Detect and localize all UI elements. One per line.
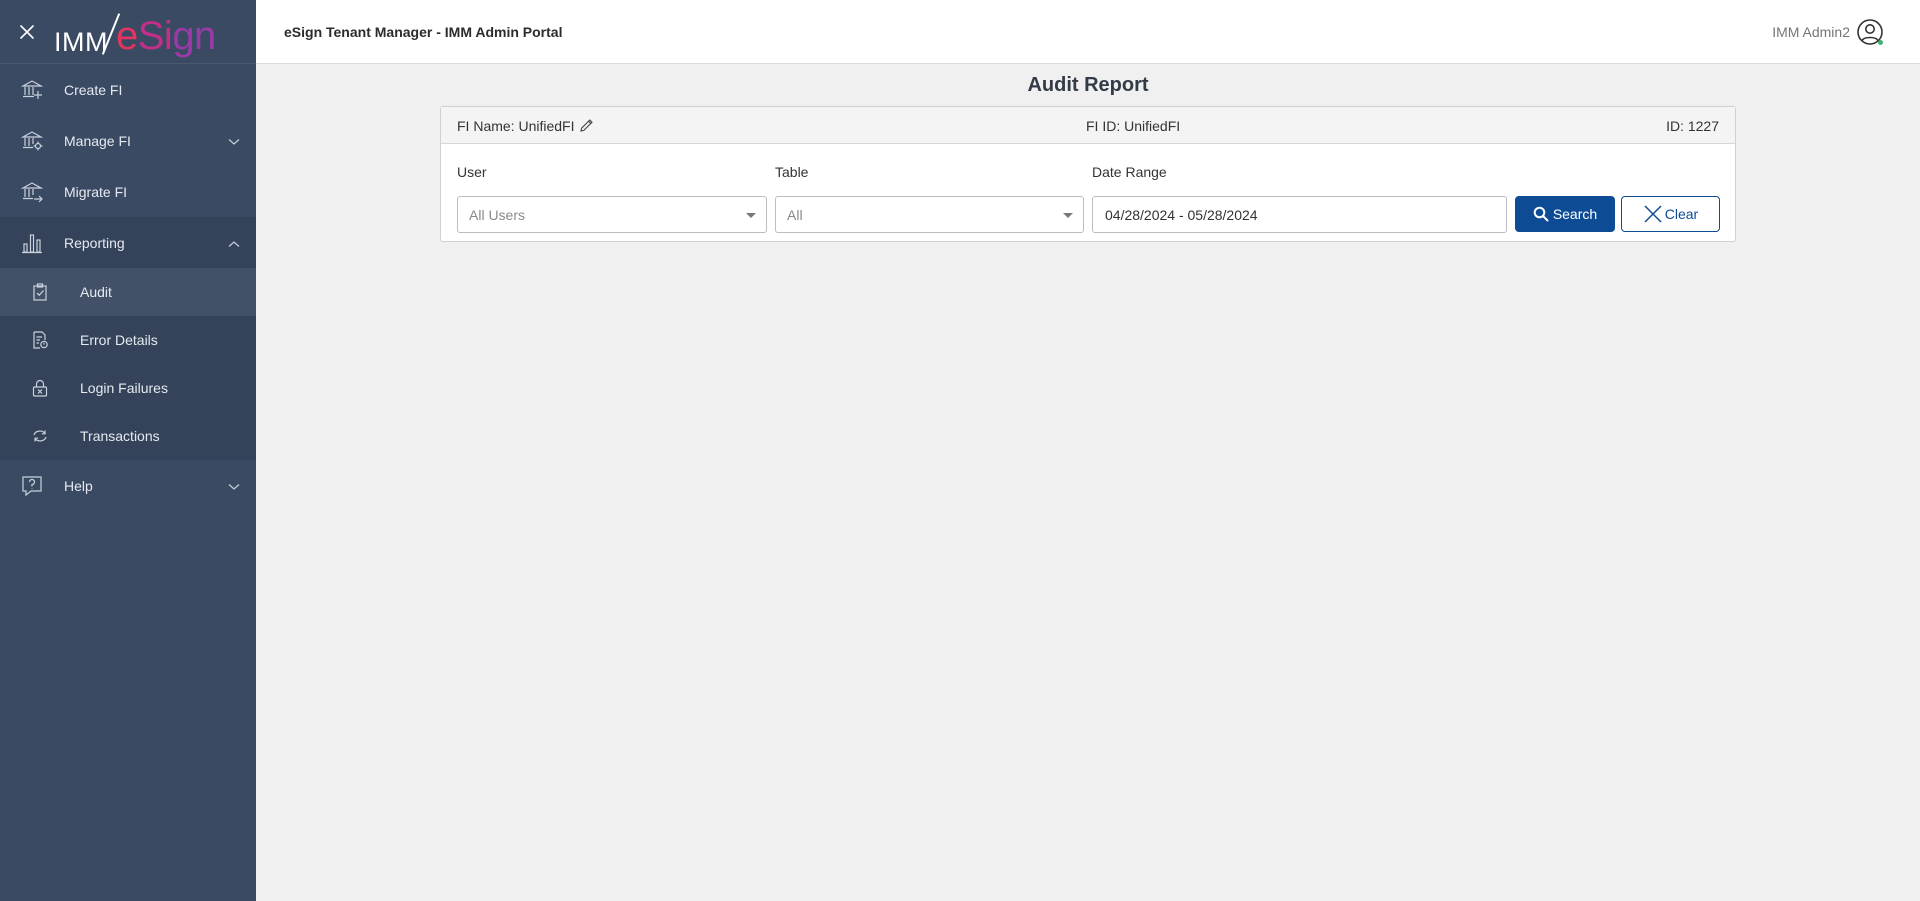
user-filter-label: User (457, 164, 487, 180)
bank-plus-icon (0, 79, 64, 101)
sidebar-item-migrate-fi[interactable]: Migrate FI (0, 166, 256, 217)
search-icon (1533, 206, 1549, 222)
clear-button[interactable]: Clear (1621, 196, 1720, 232)
date-range-input[interactable] (1092, 196, 1507, 233)
caret-down-icon (1063, 213, 1073, 218)
app-title: eSign Tenant Manager - IMM Admin Portal (284, 23, 563, 40)
record-id: ID: 1227 (1666, 117, 1719, 134)
caret-down-icon (746, 213, 756, 218)
online-status-dot (1878, 40, 1883, 45)
logo-esign-text: eSign (115, 13, 216, 58)
sidebar-subitem-error-details[interactable]: Error Details (0, 316, 256, 364)
bank-gear-icon (0, 130, 64, 152)
clipboard-check-icon (0, 283, 80, 301)
search-button-label: Search (1552, 206, 1598, 222)
bar-chart-icon (0, 232, 64, 254)
user-select[interactable]: All Users (457, 196, 767, 233)
imm-esign-logo[interactable]: IMM eSign (54, 8, 216, 56)
chevron-up-icon (228, 235, 240, 251)
sidebar-item-label: Help (64, 477, 93, 494)
sidebar-subitem-label: Audit (80, 284, 112, 300)
close-icon (20, 24, 34, 39)
document-error-icon (0, 331, 80, 349)
date-range-label: Date Range (1092, 164, 1167, 180)
sidebar-item-manage-fi[interactable]: Manage FI (0, 115, 256, 166)
close-sidebar-button[interactable] (0, 0, 54, 64)
sidebar-item-create-fi[interactable]: Create FI (0, 64, 256, 115)
table-filter-label: Table (775, 164, 809, 180)
chevron-down-icon (228, 133, 240, 149)
top-header: eSign Tenant Manager - IMM Admin Portal … (256, 0, 1920, 64)
fi-id: FI ID: UnifiedFI (1086, 117, 1181, 134)
fi-info-bar: FI Name: UnifiedFI FI ID: UnifiedFI ID: … (441, 107, 1735, 144)
sidebar: IMM eSign Create FI Manage FI Migrate FI (0, 0, 256, 901)
sidebar-item-label: Manage FI (64, 132, 131, 149)
sidebar-item-label: Reporting (64, 234, 125, 251)
question-bubble-icon (0, 474, 64, 498)
chevron-down-icon (228, 478, 240, 494)
page-title: Audit Report (1027, 74, 1149, 96)
fi-name: FI Name: UnifiedFI (457, 107, 594, 144)
edit-pencil-icon[interactable] (579, 118, 594, 133)
table-select-value: All (787, 206, 803, 223)
sidebar-subitem-label: Error Details (80, 332, 158, 348)
user-name: IMM Admin2 (1772, 24, 1850, 40)
table-select[interactable]: All (775, 196, 1084, 233)
cycle-arrows-icon (0, 427, 80, 445)
sidebar-subitem-transactions[interactable]: Transactions (0, 412, 256, 460)
user-avatar-icon (1856, 18, 1884, 46)
lock-x-icon (0, 379, 80, 397)
sidebar-item-label: Migrate FI (64, 183, 128, 200)
sidebar-item-reporting[interactable]: Reporting (0, 217, 256, 268)
bank-arrow-icon (0, 181, 64, 203)
sidebar-subitem-label: Transactions (80, 428, 160, 444)
logo-imm-text: IMM (54, 26, 108, 57)
sidebar-subitem-label: Login Failures (80, 380, 168, 396)
reporting-group: Reporting Audit Error Details Login Fail… (0, 217, 256, 460)
sidebar-subitem-audit[interactable]: Audit (0, 268, 256, 316)
sidebar-item-label: Create FI (64, 81, 123, 98)
clear-button-label: Clear (1664, 206, 1699, 222)
sidebar-subitem-login-failures[interactable]: Login Failures (0, 364, 256, 412)
audit-filter-card: FI Name: UnifiedFI FI ID: UnifiedFI ID: … (440, 106, 1736, 242)
filter-row: User All Users Table All Date Range Sear… (441, 144, 1735, 242)
brand-bar: IMM eSign (0, 0, 256, 64)
user-select-value: All Users (469, 206, 526, 223)
close-icon (1643, 204, 1663, 224)
sidebar-item-help[interactable]: Help (0, 460, 256, 511)
fi-name-text: FI Name: UnifiedFI (457, 117, 575, 134)
search-button[interactable]: Search (1515, 196, 1615, 232)
user-menu[interactable]: IMM Admin2 (1772, 0, 1884, 64)
